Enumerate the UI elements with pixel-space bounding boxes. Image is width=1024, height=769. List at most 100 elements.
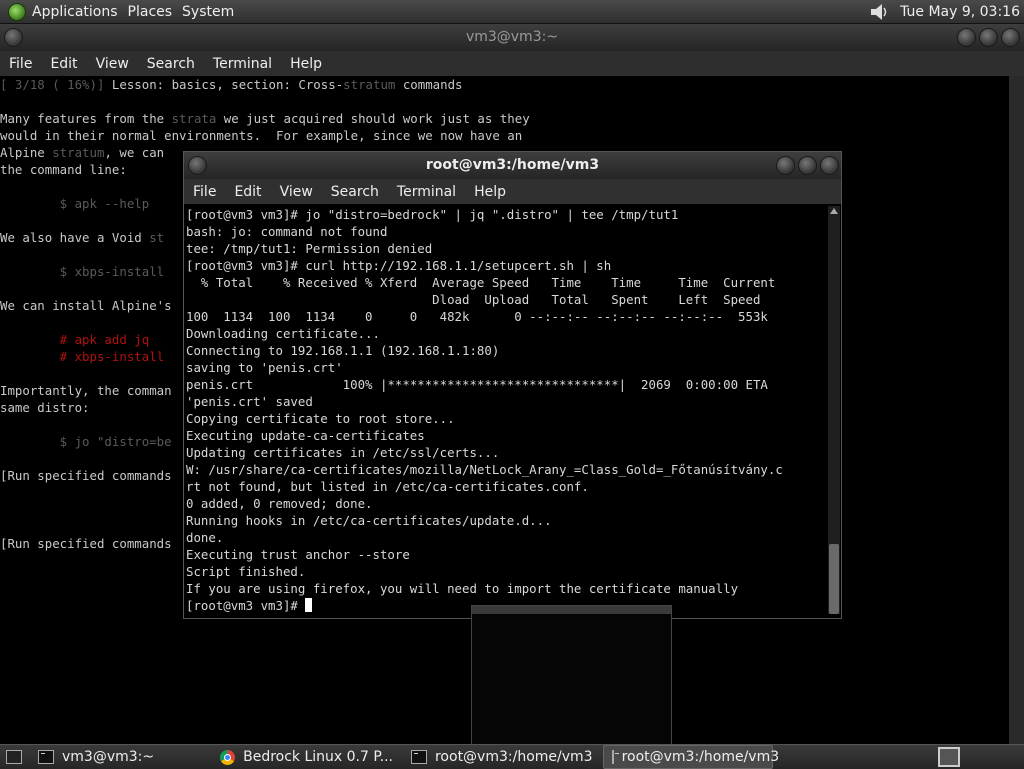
main-scrollbar[interactable] (1009, 76, 1024, 744)
window-preview-thumbnail[interactable] (471, 605, 672, 745)
taskbar-label: root@vm3:/home/vm3 (434, 749, 593, 765)
taskbar-item-vm3[interactable]: vm3@vm3:~ (30, 746, 162, 768)
terminal-line: saving to 'penis.crt' (186, 360, 343, 375)
terminal-text: commands (395, 77, 463, 92)
main-window-titlebar[interactable]: vm3@vm3:~ (0, 24, 1024, 51)
show-desktop-button[interactable] (0, 746, 28, 768)
clock[interactable]: Tue May 9, 03:16 (900, 4, 1020, 20)
top-panel: Applications Places System Tue May 9, 03… (0, 0, 1024, 24)
terminal-line: % Total % Received % Xferd Average Speed… (186, 275, 776, 290)
window-menu-button[interactable] (4, 28, 23, 47)
taskbar-item-root-1[interactable]: root@vm3:/home/vm3 (403, 746, 601, 768)
terminal-text: # apk add jq (0, 332, 150, 347)
terminal-text: We also have a Void (0, 230, 150, 245)
terminal-line: Executing trust anchor --store (186, 547, 410, 562)
taskbar-label: Bedrock Linux 0.7 P... (243, 749, 393, 765)
terminal-line: Running hooks in /etc/ca-certificates/up… (186, 513, 552, 528)
taskbar-label: vm3@vm3:~ (62, 749, 155, 765)
menu-terminal[interactable]: Terminal (388, 184, 465, 200)
terminal-line: Dload Upload Total Spent Left Speed (186, 292, 761, 307)
close-button[interactable] (820, 156, 839, 175)
terminal-line: done. (186, 530, 224, 545)
menu-help[interactable]: Help (281, 56, 331, 72)
terminal-line: Executing update-ca-certificates (186, 428, 425, 443)
preview-menubar (472, 606, 671, 614)
terminal-text: Lesson: basics, section: Cross- (104, 77, 344, 92)
menu-view[interactable]: View (87, 56, 138, 72)
taskbar-label: root@vm3:/home/vm3 (621, 749, 780, 765)
maximize-button[interactable] (798, 156, 817, 175)
chrome-icon (220, 749, 236, 765)
volume-icon[interactable] (868, 3, 890, 21)
window-menu-icon[interactable] (4, 28, 23, 47)
shell-prompt: [root@vm3 vm3]# (186, 598, 306, 613)
terminal-line: Many features from the strata we just ac… (0, 110, 1009, 127)
front-scrollbar[interactable] (828, 206, 840, 614)
terminal-line: [root@vm3 vm3]# curl http://192.168.1.1/… (186, 258, 612, 273)
show-desktop-icon (6, 750, 22, 764)
terminal-text: [ 3/18 ( 16%)] (0, 77, 105, 92)
menu-edit[interactable]: Edit (225, 184, 270, 200)
taskbar-item-root-2[interactable]: root@vm3:/home/vm3 (602, 745, 779, 769)
taskbar-item-browser[interactable]: Bedrock Linux 0.7 P... (212, 746, 401, 768)
terminal-text: st (149, 230, 165, 245)
terminal-text: $ xbps-install (0, 264, 165, 279)
main-window-menubar: File Edit View Search Terminal Help (0, 51, 1024, 76)
minimize-button[interactable] (776, 156, 795, 175)
terminal-text: $ jo "distro=be (0, 434, 172, 449)
menu-file[interactable]: File (0, 56, 41, 72)
terminal-line: 'penis.crt' saved (186, 394, 313, 409)
terminal-icon (611, 750, 619, 764)
terminal-text: We can install Alpine's (0, 298, 172, 313)
terminal-text: $ apk --help (0, 196, 150, 211)
system-menu[interactable]: System (182, 4, 244, 20)
menu-search[interactable]: Search (138, 56, 204, 72)
scrollbar-thumb[interactable] (829, 544, 839, 614)
terminal-line: 100 1134 100 1134 0 0 482k 0 --:--:-- --… (186, 309, 768, 324)
text-cursor (305, 598, 313, 612)
close-button[interactable] (1001, 28, 1020, 47)
scroll-up-icon[interactable] (830, 208, 838, 214)
terminal-line: Copying certificate to root store... (186, 411, 455, 426)
menu-edit[interactable]: Edit (41, 56, 86, 72)
terminal-line: bash: jo: command not found (186, 224, 388, 239)
applications-menu[interactable]: Applications (32, 4, 128, 20)
terminal-line: Script finished. (186, 564, 306, 579)
terminal-icon (410, 750, 427, 764)
front-terminal-window: root@vm3:/home/vm3 File Edit View Search… (183, 151, 842, 619)
terminal-line: If you are using firefox, you will need … (186, 581, 739, 596)
menu-search[interactable]: Search (322, 184, 388, 200)
terminal-text: [Run specified commands (0, 468, 172, 483)
menu-view[interactable]: View (271, 184, 322, 200)
places-menu[interactable]: Places (128, 4, 183, 20)
window-menu-icon[interactable] (188, 156, 207, 175)
terminal-text: , we can (104, 145, 165, 160)
terminal-line: penis.crt 100% |************************… (186, 377, 768, 392)
terminal-line: rt not found, but listed in /etc/ca-cert… (186, 479, 589, 494)
front-window-titlebar[interactable]: root@vm3:/home/vm3 (184, 152, 841, 179)
workspace-switcher[interactable] (938, 747, 960, 767)
menu-file[interactable]: File (184, 184, 225, 200)
terminal-line: would in their normal environments. For … (0, 127, 1009, 144)
menu-help[interactable]: Help (465, 184, 515, 200)
front-window-title: root@vm3:/home/vm3 (425, 157, 600, 173)
terminal-line: [ 3/18 ( 16%)] Lesson: basics, section: … (0, 76, 1009, 93)
main-window-title: vm3@vm3:~ (465, 29, 559, 45)
terminal-text: stratum (343, 77, 396, 92)
gnome-foot-icon[interactable] (8, 2, 26, 21)
terminal-line: Updating certificates in /etc/ssl/certs.… (186, 445, 500, 460)
menu-terminal[interactable]: Terminal (204, 56, 281, 72)
terminal-line: tee: /tmp/tut1: Permission denied (186, 241, 433, 256)
terminal-text: Many features from the (0, 111, 172, 126)
terminal-text: same distro: (0, 400, 90, 415)
terminal-text: would in their normal environments. For … (0, 128, 523, 143)
maximize-button[interactable] (979, 28, 998, 47)
terminal-line: [root@vm3 vm3]# jo "distro=bedrock" | jq… (186, 207, 679, 222)
minimize-button[interactable] (957, 28, 976, 47)
terminal-text: # xbps-install (0, 349, 165, 364)
front-terminal-output[interactable]: [root@vm3 vm3]# jo "distro=bedrock" | jq… (186, 206, 826, 614)
terminal-text: strata (171, 111, 217, 126)
terminal-text: Importantly, the comman (0, 383, 172, 398)
terminal-line: W: /usr/share/ca-certificates/mozilla/Ne… (186, 462, 783, 477)
